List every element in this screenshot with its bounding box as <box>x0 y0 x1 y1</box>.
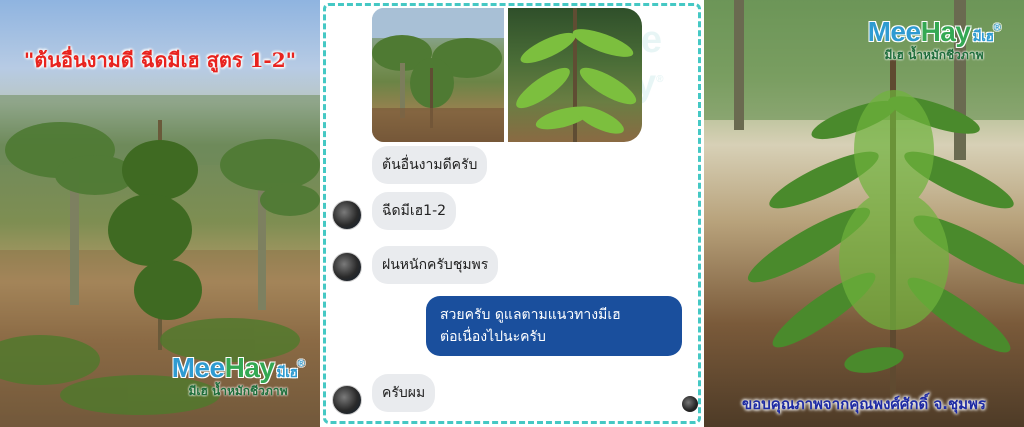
chat-bubble-incoming[interactable]: ครับผม <box>372 374 436 412</box>
chat-photo-thumbnail-1[interactable] <box>372 8 504 142</box>
field-photo-illustration <box>372 8 504 142</box>
logo-wordmark: MeeHay มีเฮ® <box>867 16 1001 47</box>
sender-avatar[interactable] <box>332 200 362 230</box>
logo-tagline: มีเฮ น้ำหมักชีวภาพ <box>884 48 984 62</box>
photo-credit: ขอบคุณภาพจากคุณพงศ์ศักดิ์ จ.ชุมพร <box>742 395 986 413</box>
chat-screenshot: Mee Hay® ต้นอื่นงามดีครับ ฉีดมีเฮ1-2 <box>320 0 704 427</box>
chat-bubble-incoming[interactable]: ฝนหนักครับชุมพร <box>372 246 499 284</box>
logo-wordmark: MeeHay มีเฮ® <box>171 352 305 383</box>
left-photo: "ต้นอื่นงามดี ฉีดมีเฮ สูตร 1-2" MeeHay มี… <box>0 0 320 427</box>
chat-bubble-outgoing[interactable]: สวยครับ ดูแลตามแนวทางมีเฮ ต่อเนื่องไปนะค… <box>426 296 682 356</box>
left-photo-caption: "ต้นอื่นงามดี ฉีดมีเฮ สูตร 1-2" <box>23 48 297 72</box>
right-photo: MeeHay มีเฮ® มีเฮ น้ำหมักชีวภาพ <box>704 0 1024 427</box>
chat-photo-thumbnail-2[interactable] <box>508 8 642 142</box>
meehay-logo-left: MeeHay มีเฮ® มีเฮ น้ำหมักชีวภาพ <box>158 352 318 401</box>
read-receipt-avatar <box>682 396 698 412</box>
logo-tagline: มีเฮ น้ำหมักชีวภาพ <box>188 384 288 398</box>
meehay-logo-right: MeeHay มีเฮ® มีเฮ น้ำหมักชีวภาพ <box>854 16 1014 65</box>
chat-bubble-incoming[interactable]: ฉีดมีเฮ1-2 <box>372 192 457 230</box>
chat-bubble-incoming[interactable]: ต้นอื่นงามดีครับ <box>372 146 488 184</box>
outgoing-line-1: สวยครับ ดูแลตามแนวทางมีเฮ <box>440 307 621 323</box>
sender-avatar[interactable] <box>332 252 362 282</box>
durian-leaves-illustration <box>516 8 637 142</box>
sender-avatar[interactable] <box>332 385 362 415</box>
outgoing-line-2: ต่อเนื่องไปนะครับ <box>440 329 546 345</box>
